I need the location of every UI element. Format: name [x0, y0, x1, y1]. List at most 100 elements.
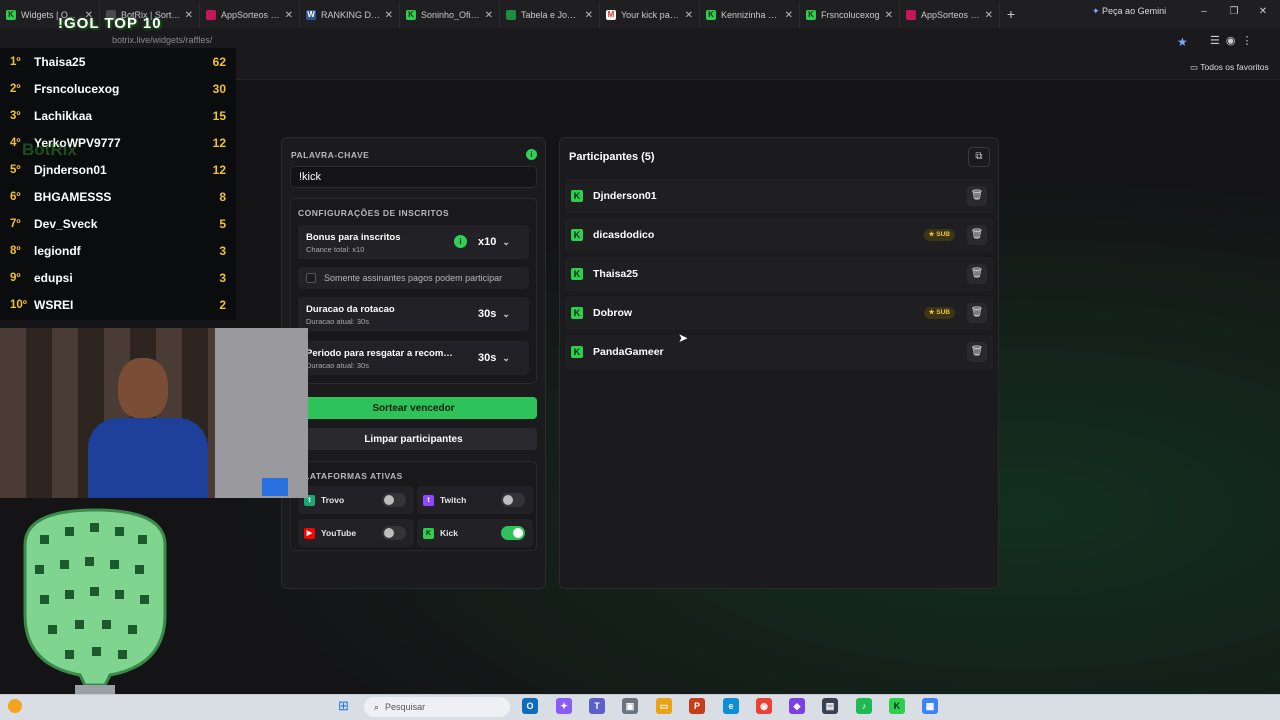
twitch-icon: t: [423, 494, 434, 506]
paid-only-checkbox[interactable]: [306, 273, 316, 283]
leaderboard-row: 10º WSREI 2: [10, 297, 226, 312]
participant-row: K Djnderson01 🗑: [565, 179, 993, 213]
bookmark-star-icon[interactable]: ★: [1177, 35, 1188, 49]
kick-icon: K: [571, 229, 583, 241]
close-icon[interactable]: ✕: [985, 10, 993, 21]
webcam-feed: [0, 328, 308, 498]
bonus-dropdown[interactable]: x10 ⌄: [478, 236, 510, 248]
close-icon[interactable]: ✕: [385, 10, 393, 21]
kick-icon[interactable]: K: [889, 698, 905, 714]
folder-icon[interactable]: ▭: [656, 698, 672, 714]
url-field[interactable]: botrix.live/widgets/raffles/: [112, 35, 212, 45]
kick-icon: K: [706, 10, 716, 20]
trash-icon[interactable]: 🗑: [967, 186, 987, 206]
leaderboard-row: 3º Lachikkaa 15: [10, 108, 226, 123]
youtube-toggle[interactable]: [382, 526, 406, 540]
teams-icon[interactable]: T: [589, 698, 605, 714]
powerpoint-icon[interactable]: P: [689, 698, 705, 714]
rotation-dropdown[interactable]: 30s ⌄: [478, 308, 510, 320]
chrome-icon[interactable]: ◉: [756, 698, 772, 714]
leaderboard-overlay: 1º Thaisa25 62 2º Frsncolucexog 30 3º Lachikk…: [0, 48, 236, 320]
leaderboard-row: 8º legiondf 3: [10, 243, 226, 258]
trash-icon[interactable]: 🗑: [967, 303, 987, 323]
weather-icon[interactable]: [8, 699, 22, 713]
close-icon[interactable]: ✕: [585, 10, 593, 21]
maximize-icon[interactable]: ❐: [1227, 6, 1241, 17]
sub-badge: ★ SUB: [923, 229, 955, 241]
trash-icon[interactable]: 🗑: [967, 342, 987, 362]
browser-tab-bar: K Widgets | O... ✕ BotRix | Sorte... ✕ AppS…: [0, 0, 1280, 28]
edge-icon[interactable]: e: [723, 698, 739, 714]
folder-icon: ▭: [1190, 62, 1201, 72]
chevron-down-icon: ⌄: [502, 309, 510, 319]
minimize-icon[interactable]: –: [1197, 6, 1211, 17]
claim-period-dropdown[interactable]: 30s ⌄: [478, 352, 510, 364]
close-icon[interactable]: ✕: [285, 10, 293, 21]
bonus-row: Bonus para inscritos Chance total: x10 i…: [298, 225, 529, 259]
appsorteos-icon: [206, 10, 216, 20]
discord-icon[interactable]: ◆: [789, 698, 805, 714]
clear-participants-button[interactable]: Limpar participantes: [290, 428, 537, 450]
platform-youtube: ▶ YouTube: [298, 519, 414, 547]
new-tab-button[interactable]: +: [1000, 6, 1022, 22]
claim-period-row: Periodo para resgatar a recomp... Duraca…: [298, 341, 529, 375]
twitch-toggle[interactable]: [501, 493, 525, 507]
chevron-down-icon: ⌄: [502, 237, 510, 247]
app-icon[interactable]: ▤: [822, 698, 838, 714]
kick-icon: K: [571, 346, 583, 358]
browser-tab[interactable]: MYour kick paym...✕: [600, 2, 700, 28]
trash-icon[interactable]: 🗑: [967, 225, 987, 245]
rotation-row: Duracao da rotacao Duracao atual: 30s 30…: [298, 297, 529, 331]
browser-tab[interactable]: K Kennizinha Str... ✕: [700, 2, 800, 28]
browser-tab[interactable]: K Frsncolucexog ✕: [800, 2, 900, 28]
info-icon[interactable]: i: [454, 235, 467, 248]
paid-only-checkbox-row[interactable]: Somente assinantes pagos podem participa…: [298, 267, 529, 289]
participants-title: Participantes (5): [569, 151, 655, 163]
participants-panel: Participantes (5) ⧉ K Djnderson01 🗑 K di…: [559, 137, 999, 589]
claim-period-title: Periodo para resgatar a recomp...: [306, 348, 456, 359]
browser-tab[interactable]: Tabela e Jogos...✕: [500, 2, 600, 28]
toolbar-icons[interactable]: ☰◉⋮: [1210, 34, 1258, 47]
participant-row: K PandaGameer 🗑: [565, 335, 993, 369]
close-icon[interactable]: ✕: [685, 10, 693, 21]
browser-tab[interactable]: WRANKING DE F...✕: [300, 2, 400, 28]
copy-icon[interactable]: ⧉: [968, 147, 990, 167]
store-icon[interactable]: ▣: [622, 698, 638, 714]
leaderboard-row: 9º edupsi 3: [10, 270, 226, 285]
subs-section-label: CONFIGURAÇÕES DE INSCRITOS: [298, 208, 450, 218]
copilot-icon[interactable]: ✦: [556, 698, 572, 714]
leaderboard-title: !GOL TOP 10: [58, 15, 162, 32]
leaderboard-row: 7º Dev_Sveck 5: [10, 216, 226, 231]
word-icon: W: [306, 10, 316, 20]
gemini-button[interactable]: ✦ Peça ao Gemini: [1092, 6, 1166, 17]
rotation-title: Duracao da rotacao: [306, 304, 395, 315]
start-menu-icon[interactable]: ⊞: [338, 699, 352, 713]
kick-toggle[interactable]: [501, 526, 525, 540]
draw-winner-button[interactable]: Sortear vencedor: [290, 397, 537, 419]
keyword-input[interactable]: !kick: [290, 166, 537, 188]
spotify-icon[interactable]: ♪: [856, 698, 872, 714]
kick-icon: K: [571, 307, 583, 319]
browser-tab[interactable]: AppSorteos – F...✕: [900, 2, 1000, 28]
participant-row: K Dobrow ★ SUB 🗑: [565, 296, 993, 330]
close-icon[interactable]: ✕: [785, 10, 793, 21]
browser-tab[interactable]: KSoninho_Oficia...✕: [400, 2, 500, 28]
info-icon[interactable]: i: [526, 149, 537, 160]
close-icon[interactable]: ✕: [885, 10, 893, 21]
close-window-icon[interactable]: ✕: [1256, 6, 1270, 17]
all-favorites-button[interactable]: ▭ Todos os favoritos: [1190, 62, 1269, 73]
botrix-watermark: BotRix: [22, 140, 77, 159]
close-icon[interactable]: ✕: [185, 10, 193, 21]
close-icon[interactable]: ✕: [485, 10, 493, 21]
trovo-toggle[interactable]: [382, 493, 406, 507]
mouse-cursor-icon: ➤: [678, 331, 689, 345]
claim-period-subtitle: Duracao atual: 30s: [306, 361, 369, 370]
search-icon: ⌕: [374, 701, 380, 712]
browser-tab[interactable]: AppSorteos – F...✕: [200, 2, 300, 28]
trophy-icon: [23, 508, 167, 711]
taskbar-search[interactable]: ⌕ Pesquisar: [364, 697, 510, 717]
outlook-icon[interactable]: O: [522, 698, 538, 714]
app-icon[interactable]: ▦: [922, 698, 938, 714]
trash-icon[interactable]: 🗑: [967, 264, 987, 284]
bonus-title: Bonus para inscritos: [306, 232, 401, 243]
